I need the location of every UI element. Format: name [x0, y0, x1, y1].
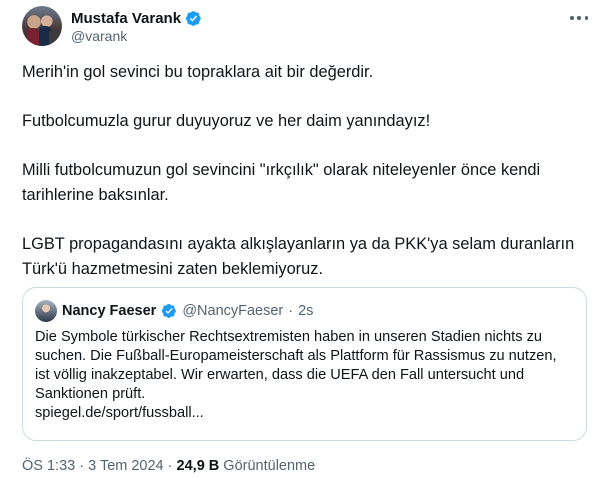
- views-label: Görüntülenme: [223, 458, 316, 474]
- quoted-tweet-time: 2s: [298, 303, 314, 319]
- verified-badge-icon: [185, 10, 201, 26]
- author-name-row: Mustafa Varank: [71, 8, 202, 28]
- quoted-tweet-text: Die Symbole türkischer Rechtsextremisten…: [35, 328, 575, 423]
- tweet-text: Merih'in gol sevinci bu topraklara ait b…: [22, 60, 592, 282]
- tweet-date[interactable]: 3 Tem 2024: [88, 458, 164, 474]
- tweet-paragraph: Merih'in gol sevinci bu topraklara ait b…: [22, 63, 374, 81]
- separator-dot: ·: [79, 458, 85, 474]
- separator-dot: ·: [288, 303, 294, 319]
- quoted-tweet-body: Die Symbole türkischer Rechtsextremisten…: [35, 329, 557, 402]
- quoted-author-handle: @NancyFaeser: [182, 303, 284, 319]
- quoted-author-avatar: [35, 300, 57, 322]
- tweet-paragraph: Milli futbolcumuzun gol sevincini "ırkçı…: [22, 161, 541, 204]
- author-handle[interactable]: @varank: [71, 28, 127, 44]
- separator-dot: ·: [167, 458, 173, 474]
- quoted-tweet-header: Nancy Faeser @NancyFaeser · 2s: [35, 300, 574, 322]
- more-options-icon[interactable]: [568, 10, 590, 26]
- author-avatar[interactable]: [22, 6, 62, 46]
- quoted-tweet-card[interactable]: Nancy Faeser @NancyFaeser · 2s Die Symbo…: [22, 287, 587, 441]
- tweet-header: Mustafa Varank @varank: [22, 6, 592, 48]
- quoted-tweet-link[interactable]: spiegel.de/sport/fussball...: [35, 405, 204, 421]
- tweet-paragraph: LGBT propagandasını ayakta alkışlayanlar…: [22, 235, 575, 278]
- verified-badge-icon: [162, 304, 177, 318]
- tweet-time[interactable]: ÖS 1:33: [22, 458, 75, 474]
- tweet-meta: ÖS 1:33 · 3 Tem 2024 · 24,9 B Görüntülen…: [22, 458, 315, 474]
- tweet-paragraph: Futbolcumuzla gurur duyuyoruz ve her dai…: [22, 112, 431, 130]
- views-count: 24,9 B: [176, 458, 220, 474]
- author-name[interactable]: Mustafa Varank: [71, 10, 181, 27]
- quoted-author-name: Nancy Faeser: [62, 303, 157, 319]
